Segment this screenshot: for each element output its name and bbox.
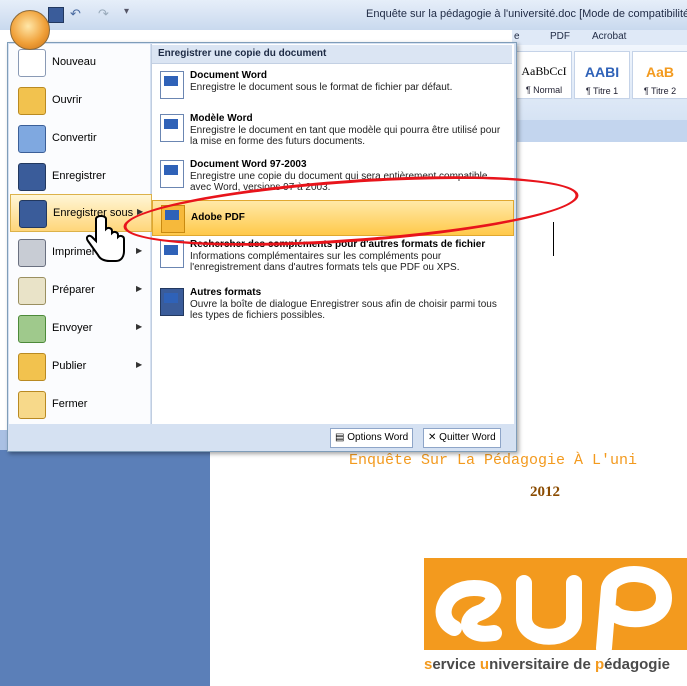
style-label: ¶ Normal [525, 85, 563, 95]
word-97-document-icon [160, 160, 184, 188]
menu-item-fermer[interactable]: Fermer [10, 386, 150, 424]
redo-icon[interactable]: ↷ [98, 6, 109, 22]
new-document-icon [18, 49, 46, 77]
logo-caption-part: u [479, 656, 490, 673]
submenu-item-title: Autres formats [190, 287, 262, 298]
close-folder-icon [18, 391, 46, 419]
quick-access-more-icon[interactable]: ▾ [124, 6, 129, 17]
menu-item-label: Publier [52, 360, 87, 372]
menu-item-label: Envoyer [52, 322, 93, 334]
style-normal[interactable]: AaBbCcI ¶ Normal [516, 51, 572, 99]
ribbon-panel: AaBbCcI ¶ Normal AABI ¶ Titre 1 AaB ¶ Ti… [512, 45, 687, 120]
logo-caption-part: p [594, 656, 605, 673]
quit-word-button[interactable]: ✕ Quitter Word [423, 428, 501, 448]
sup-logo [424, 558, 687, 656]
logo-caption: service universitaire de pédagogie [424, 656, 670, 673]
other-formats-icon [160, 288, 184, 316]
submenu-item-autres-formats[interactable]: Autres formats Ouvre la boîte de dialogu… [152, 284, 512, 328]
ribbon-group-bar [512, 120, 687, 142]
convert-icon [18, 125, 46, 153]
submenu-item-desc: Enregistre le document sous le format de… [190, 82, 453, 93]
style-sample: AaBbCcI [521, 64, 567, 78]
style-label: ¶ Titre 1 [585, 86, 619, 96]
word-document-icon [160, 71, 184, 99]
document-title: Enquête Sur La Pédagogie À L'uni [349, 452, 638, 469]
submenu-item-document-word[interactable]: Document Word Enregistre le document sou… [152, 67, 512, 107]
menu-item-ouvrir[interactable]: Ouvrir [10, 82, 150, 120]
menu-item-label: Ouvrir [52, 94, 82, 106]
send-icon [18, 315, 46, 343]
prepare-icon [18, 277, 46, 305]
menu-item-label: Préparer [52, 284, 95, 296]
document-year: 2012 [530, 484, 560, 500]
close-icon: ✕ [428, 432, 440, 443]
menu-item-enregistrer[interactable]: Enregistrer [10, 158, 150, 196]
submenu-item-title: Document Word [190, 70, 268, 81]
workspace-background [0, 450, 210, 686]
undo-icon[interactable]: ↶ [70, 6, 81, 22]
menu-item-imprimer[interactable]: Imprimer ▶ [10, 234, 150, 272]
window-title: Enquête sur la pédagogie à l'université.… [366, 8, 687, 20]
style-titre-1[interactable]: AABI ¶ Titre 1 [574, 51, 630, 99]
menu-item-label: Fermer [52, 398, 88, 410]
sup-logo-graphic [435, 566, 673, 656]
submenu-arrow-icon: ▶ [136, 360, 143, 369]
menu-item-label: Convertir [52, 132, 97, 144]
style-sample: AABI [584, 64, 620, 80]
logo-caption-part: ervice [432, 656, 480, 673]
options-icon: ▤ [335, 432, 348, 443]
menu-item-convertir[interactable]: Convertir [10, 120, 150, 158]
tab-acrobat[interactable]: Acrobat [592, 31, 626, 42]
style-label: ¶ Titre 2 [643, 86, 677, 96]
publish-icon [18, 353, 46, 381]
submenu-item-desc: Informations complémentaires sur les com… [190, 251, 460, 273]
submenu-arrow-icon: ▶ [136, 246, 143, 255]
submenu-arrow-icon: ▶ [136, 284, 143, 293]
open-folder-icon [18, 87, 46, 115]
word-options-button[interactable]: ▤ Options Word [330, 428, 414, 448]
print-icon [18, 239, 46, 267]
find-addins-icon [160, 240, 184, 268]
word-options-label: Options Word [347, 432, 409, 443]
word-template-icon [160, 114, 184, 142]
style-titre-2[interactable]: AaB ¶ Titre 2 [632, 51, 687, 99]
submenu-arrow-icon: ▶ [136, 322, 143, 331]
logo-caption-part: niversitaire de [489, 656, 595, 673]
style-sample: AaB [645, 64, 674, 80]
text-cursor [553, 222, 554, 256]
submenu-item-desc: Enregistre le document en tant que modèl… [190, 125, 501, 147]
submenu-item-title: Document Word 97-2003 [190, 159, 307, 170]
save-icon [18, 163, 46, 191]
quit-word-label: Quitter Word [439, 432, 496, 443]
ribbon-tabs: e PDF Acrobat [512, 30, 687, 45]
submenu-item-modele-word[interactable]: Modèle Word Enregistre le document en ta… [152, 110, 512, 156]
menu-item-preparer[interactable]: Préparer ▶ [10, 272, 150, 310]
tab-partial[interactable]: e [514, 31, 520, 42]
menu-item-label: Enregistrer [52, 170, 106, 182]
menu-item-label: Nouveau [52, 56, 97, 68]
hand-cursor-icon [85, 215, 125, 262]
office-button[interactable] [10, 10, 50, 50]
logo-caption-part: édagogie [604, 656, 670, 673]
save-as-icon [19, 200, 47, 228]
menu-item-publier[interactable]: Publier ▶ [10, 348, 150, 386]
tab-pdf[interactable]: PDF [550, 31, 570, 42]
menu-item-envoyer[interactable]: Envoyer ▶ [10, 310, 150, 348]
submenu-header-text: Enregistrer une copie du document [158, 48, 327, 59]
submenu-item-desc: Ouvre la boîte de dialogue Enregistrer s… [190, 299, 497, 321]
submenu-item-title: Modèle Word [190, 113, 253, 124]
quick-save-icon[interactable] [48, 7, 64, 23]
